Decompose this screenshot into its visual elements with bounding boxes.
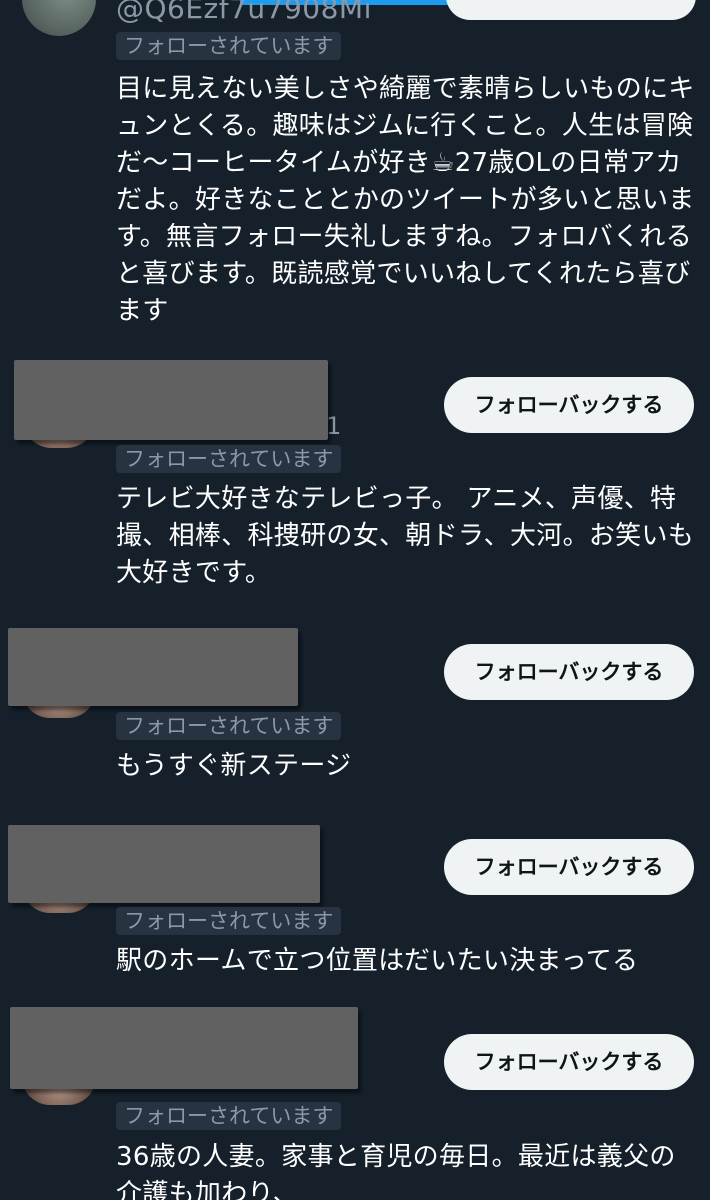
follow-back-button[interactable]: フォローバックする <box>444 1034 694 1090</box>
follow-button[interactable] <box>446 0 696 20</box>
user-bio: 36歳の人妻。家事と育児の毎日。最近は義父の介護も加わり、 <box>116 1142 676 1200</box>
redacted-name-block <box>14 360 328 440</box>
followers-list: @Q6Ezf7u7908Mi フォローされています 目に見えない美しさや綺麗で素… <box>0 0 710 1200</box>
user-bio: もうすぐ新ステージ <box>116 751 352 781</box>
user-cell[interactable]: フォローバックする フォローされています もうすぐ新ステージ <box>0 620 710 800</box>
user-handle-fragment: 1 <box>326 412 342 440</box>
redacted-name-block <box>8 825 320 903</box>
follows-you-badge: フォローされています <box>116 445 342 473</box>
user-cell[interactable]: 1 フォローバックする フォローされています テレビ大好きなテレビっ子。 アニメ… <box>0 350 710 610</box>
follows-you-badge: フォローされています <box>116 907 342 935</box>
user-cell[interactable]: フォローバックする フォローされています 駅のホームで立つ位置はだいたい決まって… <box>0 815 710 995</box>
user-cell[interactable]: フォローバックする フォローされています 36歳の人妻。家事と育児の毎日。最近は… <box>0 1005 710 1200</box>
follows-you-badge: フォローされています <box>116 1102 342 1130</box>
follows-you-badge: フォローされています <box>116 32 342 60</box>
follow-back-button[interactable]: フォローバックする <box>444 377 694 433</box>
redacted-name-block <box>10 1007 358 1089</box>
user-bio: 駅のホームで立つ位置はだいたい決まってる <box>116 946 639 976</box>
follows-you-badge: フォローされています <box>116 712 342 740</box>
follow-back-button[interactable]: フォローバックする <box>444 644 694 700</box>
follow-back-button[interactable]: フォローバックする <box>444 839 694 895</box>
user-handle: @Q6Ezf7u7908Mi <box>116 0 372 25</box>
user-bio: テレビ大好きなテレビっ子。 アニメ、声優、特撮、相棒、科捜研の女、朝ドラ、大河。… <box>116 484 695 588</box>
user-cell-top[interactable]: @Q6Ezf7u7908Mi フォローされています 目に見えない美しさや綺麗で素… <box>0 0 710 330</box>
user-bio: 目に見えない美しさや綺麗で素晴らしいものにキュンとくる。趣味はジムに行くこと。人… <box>116 74 695 326</box>
redacted-name-block <box>8 628 298 706</box>
avatar[interactable] <box>22 0 96 36</box>
